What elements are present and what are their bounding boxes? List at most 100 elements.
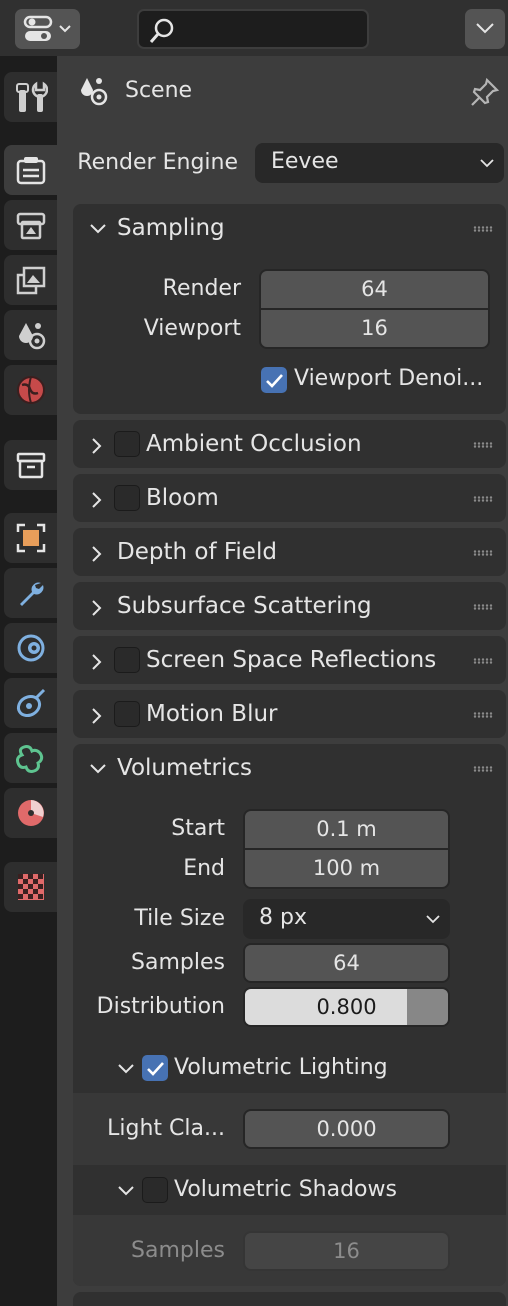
- drag-handle-icon[interactable]: [473, 766, 493, 772]
- light-clamp-label: Light Cla...: [107, 1116, 225, 1141]
- viewport-denoise-checkbox[interactable]: [261, 367, 287, 393]
- chevron-right-icon: [92, 546, 102, 562]
- shadow-samples-field[interactable]: 16: [243, 1231, 450, 1271]
- search-icon: [149, 18, 174, 43]
- chevron-down-icon: [90, 764, 106, 774]
- tile-size-dropdown[interactable]: 8 px: [243, 899, 450, 939]
- output-icon: [16, 212, 45, 240]
- tab-object[interactable]: [4, 513, 57, 563]
- ambient-occlusion-checkbox[interactable]: [114, 431, 140, 457]
- scene-icon: [18, 323, 45, 350]
- render-engine-dropdown[interactable]: Eevee: [255, 143, 504, 183]
- tab-modifier[interactable]: [4, 568, 57, 618]
- volumetric-shadows-checkbox[interactable]: [142, 1177, 168, 1203]
- chevron-down-icon: [476, 23, 494, 34]
- chevron-right-icon: [92, 708, 102, 724]
- options-dropdown-button[interactable]: [465, 9, 505, 49]
- checkmark-icon: [147, 1062, 164, 1076]
- depth-of-field-title: Depth of Field: [117, 539, 277, 565]
- volumetric-lighting-checkbox[interactable]: [142, 1055, 168, 1081]
- chevron-right-icon: [92, 654, 102, 670]
- chevron-down-icon: [90, 224, 106, 234]
- bloom-title: Bloom: [146, 485, 219, 511]
- subsurface-scattering-panel[interactable]: Subsurface Scattering: [73, 582, 506, 630]
- ambient-occlusion-title: Ambient Occlusion: [146, 431, 362, 457]
- tab-data[interactable]: [4, 788, 57, 838]
- sampling-title: Sampling: [117, 215, 225, 241]
- render-engine-value: Eevee: [271, 149, 339, 174]
- render-samples-label: Render: [162, 276, 241, 301]
- light-clamp-field[interactable]: 0.000: [243, 1109, 450, 1149]
- end-field[interactable]: 100 m: [243, 849, 450, 889]
- drag-handle-icon[interactable]: [473, 226, 493, 232]
- viewport-samples-field[interactable]: 16: [259, 309, 490, 349]
- screen-space-reflections-checkbox[interactable]: [114, 647, 140, 673]
- shadow-samples-label: Samples: [131, 1238, 225, 1263]
- start-field[interactable]: 0.1 m: [243, 809, 450, 849]
- volumetrics-title: Volumetrics: [117, 755, 253, 781]
- volumetric-shadows-body: Samples 16: [73, 1215, 506, 1286]
- tab-constraints[interactable]: [4, 733, 57, 783]
- sampling-panel: Sampling Render 64 Viewport 16 Viewport …: [73, 204, 506, 414]
- tab-tool[interactable]: [4, 72, 57, 122]
- viewport-denoise-label: Viewport Denoi...: [294, 366, 484, 391]
- checkmark-icon: [266, 374, 283, 388]
- tab-collection[interactable]: [4, 440, 57, 490]
- properties-panel: Scene Render Engine Eevee Sampling Rende…: [57, 56, 508, 1306]
- drag-handle-icon[interactable]: [473, 442, 493, 448]
- collection-icon: [16, 452, 45, 479]
- tab-render[interactable]: [4, 145, 57, 195]
- context-label: Scene: [125, 78, 193, 103]
- distribution-slider[interactable]: 0.800: [243, 987, 450, 1027]
- tab-world[interactable]: [4, 365, 57, 415]
- world-icon: [16, 376, 45, 404]
- drag-handle-icon[interactable]: [473, 496, 493, 502]
- data-icon: [17, 800, 44, 826]
- bloom-panel[interactable]: Bloom: [73, 474, 506, 522]
- screen-space-reflections-panel[interactable]: Screen Space Reflections: [73, 636, 506, 684]
- pin-icon[interactable]: [469, 76, 501, 108]
- editor-type-button[interactable]: [15, 9, 80, 49]
- chevron-down-icon[interactable]: [117, 1185, 135, 1197]
- drag-handle-icon[interactable]: [473, 658, 493, 664]
- volumetrics-header[interactable]: Volumetrics: [73, 744, 506, 794]
- volumetric-shadows-title: Volumetric Shadows: [174, 1177, 397, 1202]
- render-engine-label: Render Engine: [77, 150, 238, 175]
- bloom-checkbox[interactable]: [114, 485, 140, 511]
- chevron-down-icon[interactable]: [117, 1063, 135, 1075]
- motion-blur-title: Motion Blur: [146, 701, 278, 727]
- drag-handle-icon[interactable]: [473, 712, 493, 718]
- tab-view-layer[interactable]: [4, 255, 57, 305]
- object-icon: [16, 523, 45, 553]
- motion-blur-panel[interactable]: Motion Blur: [73, 690, 506, 738]
- end-label: End: [183, 856, 225, 881]
- volumetric-lighting-body: Light Cla... 0.000: [73, 1093, 506, 1165]
- editor-header: [0, 0, 508, 56]
- drag-handle-icon[interactable]: [473, 604, 493, 610]
- viewport-samples-label: Viewport: [143, 316, 241, 341]
- tab-texture[interactable]: [4, 862, 57, 912]
- ambient-occlusion-panel[interactable]: Ambient Occlusion: [73, 420, 506, 468]
- tab-scene[interactable]: [4, 310, 57, 360]
- search-input[interactable]: [137, 9, 369, 49]
- texture-icon: [17, 874, 44, 900]
- volumetrics-panel: Volumetrics Start 0.1 m End 100 m Tile S…: [73, 744, 506, 1286]
- render-samples-field[interactable]: 64: [259, 269, 490, 309]
- depth-of-field-panel[interactable]: Depth of Field: [73, 528, 506, 576]
- view-layer-icon: [16, 266, 45, 295]
- tile-size-value: 8 px: [259, 905, 307, 930]
- motion-blur-checkbox[interactable]: [114, 701, 140, 727]
- chevron-down-icon: [426, 915, 440, 924]
- slider-remainder: [407, 989, 448, 1025]
- drag-handle-icon[interactable]: [473, 550, 493, 556]
- start-label: Start: [171, 816, 225, 841]
- sampling-header[interactable]: Sampling: [73, 204, 506, 254]
- tab-particles[interactable]: [4, 623, 57, 673]
- chevron-right-icon: [92, 492, 102, 508]
- scene-icon: [81, 78, 108, 106]
- render-icon: [16, 157, 45, 185]
- chevron-right-icon: [92, 600, 102, 616]
- samples-field[interactable]: 64: [243, 943, 450, 983]
- tab-physics[interactable]: [4, 678, 57, 728]
- tab-output[interactable]: [4, 200, 57, 250]
